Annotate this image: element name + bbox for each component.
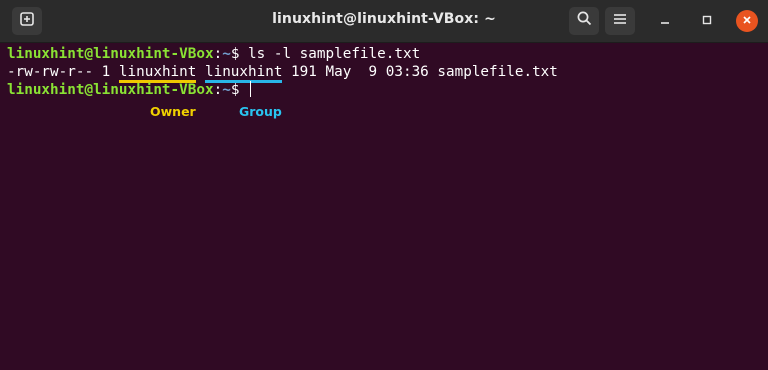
title-bar: linuxhint@linuxhint-VBox: ~: [0, 0, 768, 43]
prompt-path: ~: [222, 82, 231, 98]
close-button[interactable]: [736, 10, 758, 32]
terminal-line-output: -rw-rw-r-- 1 linuxhint linuxhint 191 May…: [7, 63, 558, 83]
terminal-output[interactable]: linuxhint@linuxhint-VBox:~$ ls -l sample…: [7, 45, 558, 99]
close-icon: [742, 12, 752, 30]
prompt-user-host: linuxhint@linuxhint-VBox: [7, 46, 214, 62]
owner-annotation: Owner: [150, 104, 196, 119]
file-permissions: -rw-rw-r-- 1: [7, 64, 119, 80]
prompt-dollar: $: [230, 46, 249, 62]
terminal-line-prompt: linuxhint@linuxhint-VBox:~$: [7, 81, 558, 99]
terminal-window: linuxhint@linuxhint-VBox: ~ linuxhint@li…: [0, 0, 768, 370]
prompt-user-host: linuxhint@linuxhint-VBox: [7, 82, 214, 98]
window-title: linuxhint@linuxhint-VBox: ~: [272, 11, 496, 27]
output-space: [196, 64, 205, 80]
prompt-colon: :: [213, 82, 223, 98]
prompt-path: ~: [222, 46, 231, 62]
prompt-dollar: $: [230, 82, 249, 98]
group-annotation: Group: [239, 104, 282, 119]
search-button[interactable]: [569, 7, 599, 35]
minimize-icon: [660, 12, 670, 30]
text-cursor: [250, 81, 252, 97]
maximize-button[interactable]: [696, 10, 718, 32]
maximize-icon: [702, 12, 712, 30]
file-details: 191 May 9 03:36 samplefile.txt: [282, 64, 558, 80]
menu-button[interactable]: [605, 7, 635, 35]
command-text: ls -l samplefile.txt: [248, 46, 421, 62]
prompt-colon: :: [213, 46, 223, 62]
terminal-line-command: linuxhint@linuxhint-VBox:~$ ls -l sample…: [7, 45, 558, 63]
hamburger-menu-icon: [613, 12, 627, 30]
minimize-button[interactable]: [654, 10, 676, 32]
search-icon: [577, 11, 592, 31]
